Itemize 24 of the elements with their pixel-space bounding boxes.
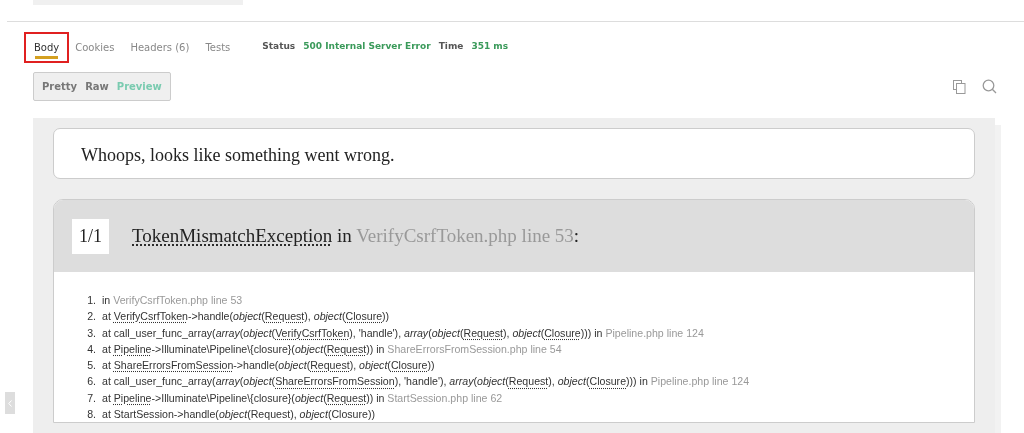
error-heading: Whoops, looks like something went wrong. bbox=[53, 128, 975, 179]
status-value: 500 Internal Server Error bbox=[303, 40, 431, 54]
time-value: 351 ms bbox=[471, 40, 509, 54]
time-label: Time bbox=[438, 40, 464, 54]
exception-title: TokenMismatchException in VerifyCsrfToken.php line 53: bbox=[132, 223, 580, 248]
sidebar-toggle[interactable] bbox=[5, 392, 15, 414]
trace-line: 2. at VerifyCsrfToken->handle(object(Request), object(Closure)) bbox=[86, 309, 391, 325]
trace-line: 1. in VerifyCsrfToken.php line 53 bbox=[86, 293, 244, 308]
trace-line: 7. at Pipeline->Illuminate\Pipeline\{closure}(object(Request)) in StartSession.php line 62 bbox=[86, 390, 504, 406]
view-mode-tab[interactable]: Pretty bbox=[38, 77, 82, 96]
tab[interactable]: Headers (6) bbox=[122, 33, 198, 61]
copy-icon[interactable] bbox=[953, 79, 966, 94]
trace-line: 4. at Pipeline->Illuminate\Pipeline\{closure}(object(Request)) in ShareErrorsFromSession.php line 54 bbox=[86, 341, 563, 357]
trace-line: 5. at ShareErrorsFromSession->handle(object(Request), object(Closure)) bbox=[86, 358, 436, 374]
tab[interactable]: Cookies bbox=[67, 33, 123, 61]
search-icon[interactable] bbox=[982, 79, 997, 94]
trace-line: 8. at StartSession->handle(object(Request), object(Closure)) bbox=[86, 407, 376, 423]
trace-line: 6. at call_user_func_array(array(object(ShareErrorsFromSession), 'handle'), array(object(Request), object(Closure))) in Pipeline.php line 124 bbox=[86, 374, 751, 390]
tab[interactable]: Body bbox=[26, 33, 68, 61]
view-mode-tab[interactable]: Raw bbox=[81, 77, 113, 96]
tab[interactable]: Tests bbox=[197, 33, 239, 61]
trace-line: 3. at call_user_func_array(array(object(VerifyCsrfToken), 'handle'), array(object(Request), object(Closure))) in Pipeline.php line 124 bbox=[86, 325, 705, 341]
exception-count: 1/1 bbox=[72, 218, 109, 254]
status-label: Status bbox=[262, 40, 296, 54]
